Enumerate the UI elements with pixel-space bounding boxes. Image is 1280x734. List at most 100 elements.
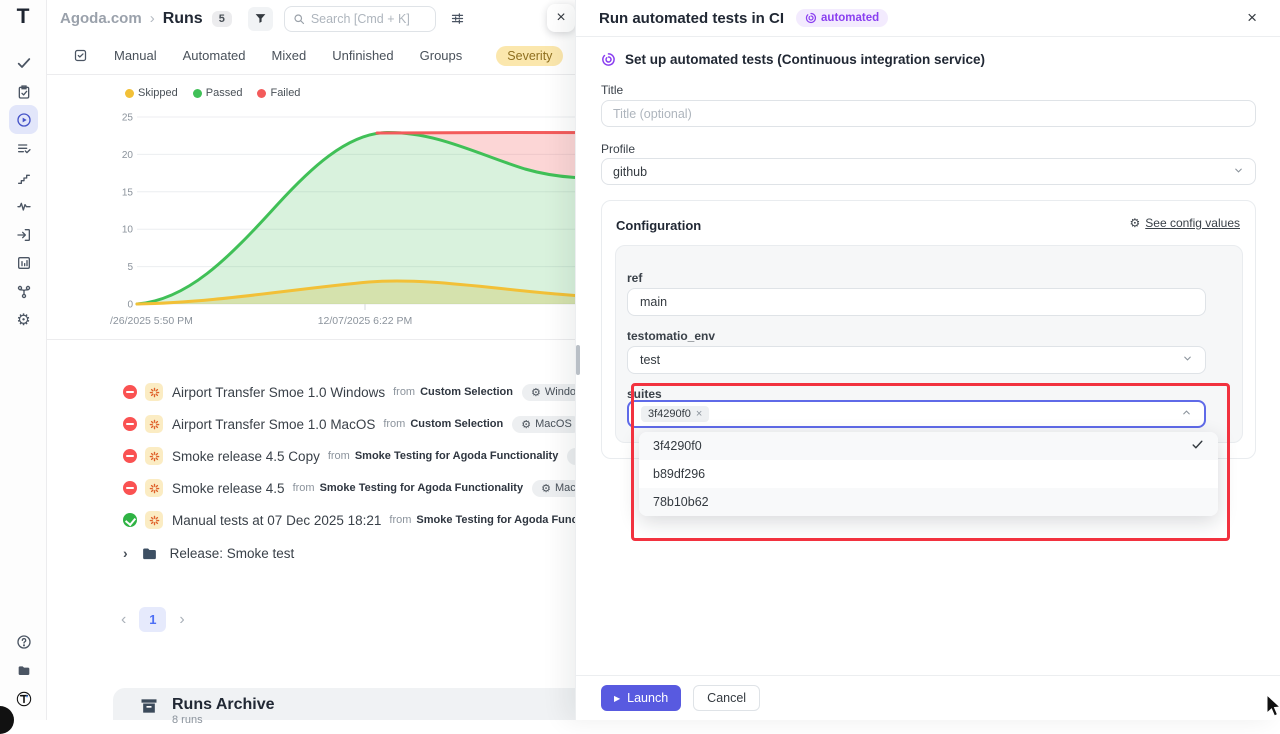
run-title: Smoke release 4.5 Copy	[172, 449, 320, 464]
profile-value: github	[613, 165, 647, 179]
panel-header: Run automated tests in CI automated ×	[576, 0, 1280, 37]
env-badge-label: MacOS	[535, 418, 572, 430]
suites-option-label: 78b10b62	[653, 495, 709, 509]
sidebar: T ⚙	[0, 0, 47, 720]
run-ci-panel: Run automated tests in CI automated × Se…	[575, 0, 1280, 720]
run-source: Smoke Testing for Agoda Functionality	[355, 450, 559, 462]
reports-icon[interactable]	[9, 248, 38, 277]
current-page-button[interactable]: 1	[139, 607, 166, 632]
folders-icon[interactable]	[9, 656, 38, 685]
breadcrumb-project[interactable]: Agoda.com	[60, 10, 142, 27]
tab-automated[interactable]: Automated	[183, 48, 246, 63]
activity-icon[interactable]	[9, 191, 38, 220]
gear-icon: ⚙	[541, 482, 551, 495]
svg-text:12/07/2025 6:22 PM: 12/07/2025 6:22 PM	[318, 315, 413, 327]
parallel-run-icon	[145, 383, 163, 401]
configuration-card: Configuration ⚙ See config values ref te…	[601, 200, 1256, 459]
run-from-label: from	[328, 450, 350, 462]
import-icon[interactable]	[9, 220, 38, 249]
funnel-icon	[254, 12, 267, 25]
suites-option-label: 3f4290f0	[653, 439, 702, 453]
panel-title: Run automated tests in CI	[599, 10, 784, 27]
ref-input[interactable]	[627, 288, 1206, 316]
run-from-label: from	[393, 386, 415, 398]
stairs-icon[interactable]	[9, 163, 38, 192]
next-page-button[interactable]: ›	[179, 611, 184, 629]
suites-option-b89df296[interactable]: b89df296	[639, 460, 1218, 488]
suites-multiselect[interactable]: 3f4290f0 ×	[627, 400, 1206, 428]
scrollbar-thumb[interactable]	[576, 345, 580, 375]
suites-option-label: b89df296	[653, 467, 705, 481]
parallel-run-icon	[145, 447, 163, 465]
profile-label: Profile	[601, 142, 635, 156]
gear-icon: ⚙	[521, 418, 531, 431]
svg-text:0: 0	[127, 300, 133, 311]
suites-option-3f4290f0[interactable]: 3f4290f0	[639, 432, 1218, 460]
launch-button[interactable]: ▶ Launch	[601, 685, 681, 711]
help-icon[interactable]	[9, 627, 38, 656]
failed-status-icon	[123, 449, 137, 463]
search-input[interactable]	[311, 12, 421, 26]
automation-spiral-icon	[805, 12, 817, 24]
profile-select[interactable]: github	[601, 158, 1256, 185]
release-group-row[interactable]: › Release: Smoke test	[123, 540, 294, 566]
archive-icon	[139, 696, 159, 716]
tab-manual[interactable]: Manual	[114, 48, 157, 63]
select-runs-icon[interactable]	[73, 48, 88, 63]
gear-icon: ⚙	[531, 386, 541, 399]
cancel-button[interactable]: Cancel	[693, 685, 760, 711]
run-source: Smoke Testing for Agoda Functionality	[320, 482, 524, 494]
runs-count-badge: 5	[212, 11, 232, 27]
failed-status-icon	[123, 481, 137, 495]
title-input[interactable]	[601, 100, 1256, 127]
tab-mixed[interactable]: Mixed	[272, 48, 307, 63]
suites-label: suites	[627, 387, 662, 401]
parallel-run-icon	[145, 415, 163, 433]
tab-groups[interactable]: Groups	[420, 48, 463, 63]
automation-spiral-icon	[601, 52, 616, 67]
logo-accent	[30, 7, 56, 33]
filter-button[interactable]	[248, 7, 273, 31]
runs-icon[interactable]	[9, 105, 38, 134]
suites-dropdown: 3f4290f0 b89df296 78b10b62	[639, 432, 1218, 516]
branch-icon[interactable]	[9, 277, 38, 306]
run-title: Airport Transfer Smoe 1.0 Windows	[172, 385, 385, 400]
archive-title: Runs Archive	[172, 696, 275, 714]
ref-label: ref	[627, 271, 642, 285]
user-avatar[interactable]	[9, 684, 38, 713]
setup-heading-row: Set up automated tests (Continuous integ…	[601, 52, 985, 67]
panel-close-button[interactable]: ×	[1247, 8, 1257, 28]
svg-text:10: 10	[122, 225, 134, 236]
svg-text:5: 5	[127, 262, 133, 273]
check-icon	[1191, 438, 1204, 454]
clipboard-check-icon[interactable]	[9, 77, 38, 106]
failed-status-icon	[123, 385, 137, 399]
run-source: Custom Selection	[420, 386, 513, 398]
run-title: Airport Transfer Smoe 1.0 MacOS	[172, 417, 375, 432]
env-select[interactable]: test	[627, 346, 1206, 374]
tabs-list: Manual Automated Mixed Unfinished Groups	[114, 48, 462, 63]
tag-pill-severity[interactable]: Severity	[496, 46, 563, 66]
env-label: testomatio_env	[627, 329, 715, 343]
list-check-icon[interactable]	[9, 134, 38, 163]
view-settings-button[interactable]	[450, 11, 465, 26]
sliders-icon	[450, 11, 465, 26]
tab-unfinished[interactable]: Unfinished	[332, 48, 393, 63]
run-from-label: from	[389, 514, 411, 526]
run-source: Custom Selection	[410, 418, 503, 430]
run-title: Smoke release 4.5	[172, 481, 285, 496]
breadcrumb-separator: ›	[150, 10, 155, 27]
search-icon	[293, 13, 305, 25]
parallel-run-icon	[145, 479, 163, 497]
passed-status-icon	[123, 513, 137, 527]
gear-icon: ⚙	[1130, 216, 1141, 230]
suites-option-78b10b62[interactable]: 78b10b62	[639, 488, 1218, 516]
prev-page-button[interactable]: ‹	[121, 611, 126, 629]
overlay-close-button[interactable]: ×	[547, 4, 575, 32]
expand-chevron-icon[interactable]: ›	[123, 545, 128, 561]
tests-icon[interactable]	[9, 48, 38, 77]
see-config-values-link[interactable]: ⚙ See config values	[1130, 216, 1241, 230]
run-from-label: from	[383, 418, 405, 430]
remove-tag-icon[interactable]: ×	[696, 408, 702, 420]
settings-gear-icon[interactable]: ⚙	[9, 306, 38, 335]
